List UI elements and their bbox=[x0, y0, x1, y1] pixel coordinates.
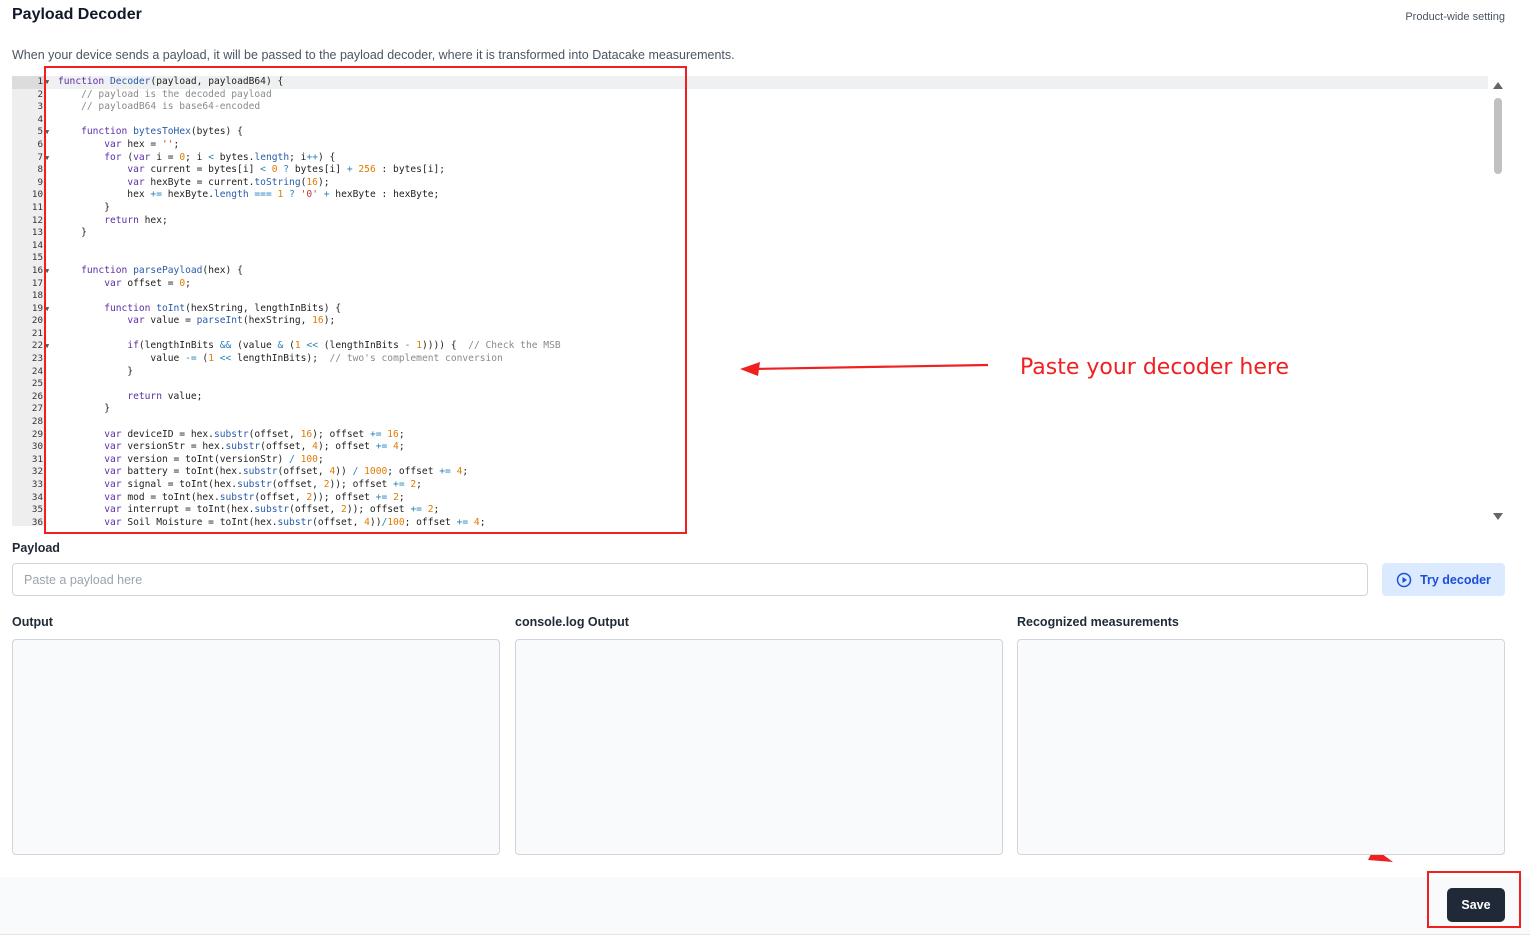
payload-label: Payload bbox=[12, 541, 60, 555]
line-number: 33 bbox=[31, 479, 43, 490]
scope-note: Product-wide setting bbox=[1405, 11, 1505, 23]
measurements-label: Recognized measurements bbox=[1017, 615, 1179, 629]
output-label: Output bbox=[12, 615, 53, 629]
line-number: 32 bbox=[31, 466, 43, 478]
line-number: 13 bbox=[31, 227, 43, 239]
line-number: 28 bbox=[31, 416, 43, 428]
console-output-panel bbox=[515, 639, 1003, 855]
line-number: 24 bbox=[31, 365, 43, 377]
line-number: 7 bbox=[37, 151, 43, 163]
save-highlight-box bbox=[1427, 871, 1521, 928]
footer-bar bbox=[0, 877, 1530, 935]
line-number: 3 bbox=[37, 101, 43, 113]
measurements-panel bbox=[1017, 639, 1505, 855]
line-number: 16 bbox=[31, 264, 43, 276]
output-panel bbox=[12, 639, 500, 855]
editor-scrollbar[interactable] bbox=[1490, 82, 1504, 520]
line-number: 23 bbox=[31, 353, 43, 365]
line-number: 9 bbox=[37, 176, 43, 188]
line-number: 11 bbox=[31, 201, 43, 213]
line-number: 30 bbox=[31, 441, 43, 453]
editor-highlight-box bbox=[44, 66, 687, 534]
line-number: 2 bbox=[37, 88, 43, 100]
paste-decoder-callout: Paste your decoder here bbox=[1020, 355, 1290, 380]
scroll-thumb[interactable] bbox=[1494, 98, 1502, 174]
page-title: Payload Decoder bbox=[12, 6, 142, 23]
line-number: 25 bbox=[31, 378, 43, 390]
line-number: 18 bbox=[31, 290, 43, 302]
line-number: 21 bbox=[31, 327, 43, 339]
line-number: 1 bbox=[37, 76, 43, 87]
line-number: 26 bbox=[31, 390, 43, 402]
page-description: When your device sends a payload, it wil… bbox=[12, 48, 735, 62]
line-number: 8 bbox=[37, 164, 43, 176]
line-number: 14 bbox=[31, 239, 43, 251]
line-number: 19 bbox=[31, 302, 43, 314]
line-number: 12 bbox=[31, 214, 43, 226]
line-number: 17 bbox=[31, 277, 43, 289]
line-number: 10 bbox=[31, 189, 43, 201]
line-number: 5 bbox=[37, 126, 43, 138]
try-decoder-button[interactable]: Try decoder bbox=[1382, 563, 1505, 596]
scroll-up-arrow-icon[interactable] bbox=[1493, 82, 1503, 89]
line-number: 34 bbox=[31, 491, 43, 503]
line-number: 22 bbox=[31, 340, 43, 352]
line-number: 31 bbox=[31, 453, 43, 465]
line-number: 4 bbox=[37, 113, 43, 125]
line-number: 29 bbox=[31, 428, 43, 440]
line-number: 15 bbox=[31, 252, 43, 264]
payload-input[interactable] bbox=[12, 563, 1368, 596]
scroll-down-arrow-icon[interactable] bbox=[1493, 513, 1503, 520]
line-number: 6 bbox=[37, 138, 43, 150]
play-circle-icon bbox=[1396, 572, 1412, 587]
line-number: 27 bbox=[31, 403, 43, 415]
try-decoder-label: Try decoder bbox=[1420, 572, 1491, 587]
line-number: 35 bbox=[31, 504, 43, 516]
console-output-label: console.log Output bbox=[515, 615, 629, 629]
line-number: 36 bbox=[31, 516, 43, 526]
line-number: 20 bbox=[31, 315, 43, 327]
